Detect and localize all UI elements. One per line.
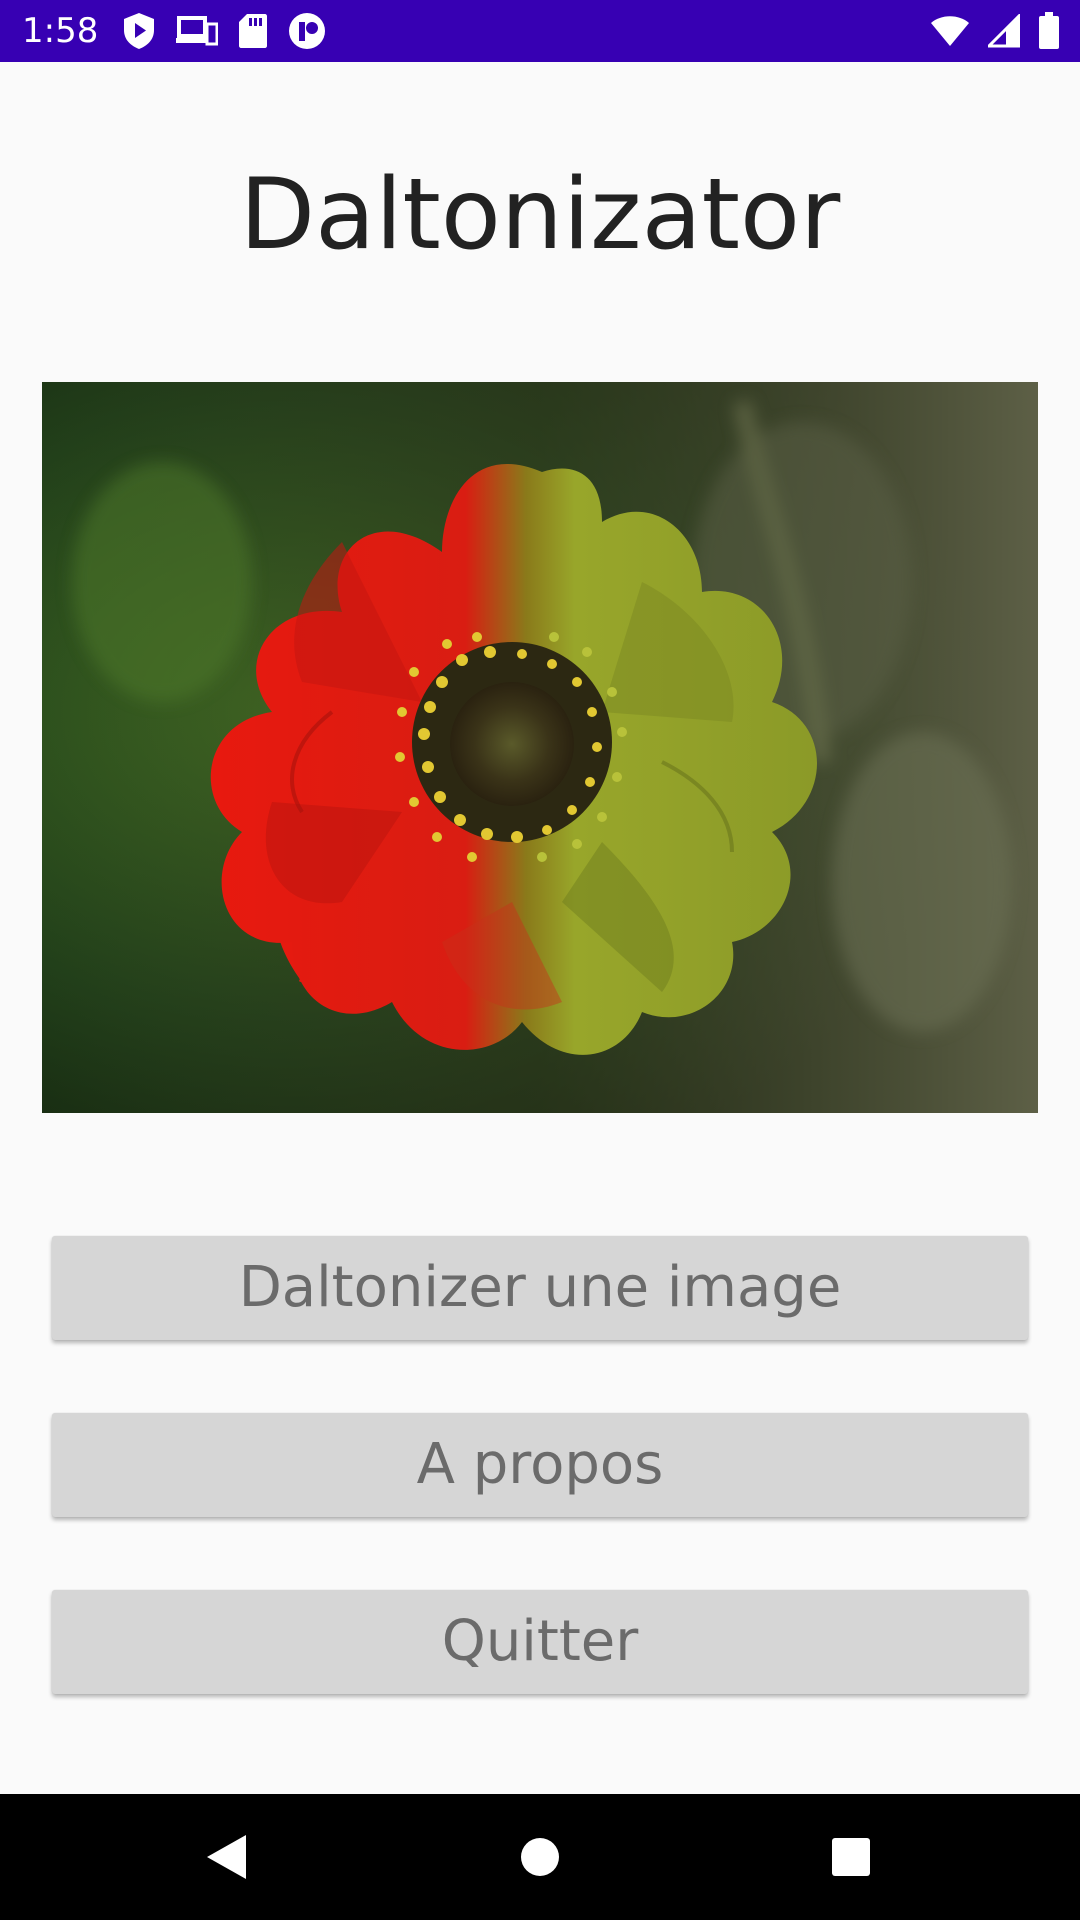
about-button[interactable]: A propos bbox=[52, 1413, 1028, 1517]
sd-card-icon bbox=[238, 13, 268, 49]
daltonize-image-button[interactable]: Daltonizer une image bbox=[52, 1236, 1028, 1340]
shield-play-icon bbox=[122, 12, 156, 50]
quit-button[interactable]: Quitter bbox=[52, 1590, 1028, 1694]
signal-icon bbox=[988, 14, 1020, 48]
devices-icon bbox=[176, 14, 218, 48]
status-icons-right bbox=[930, 11, 1060, 51]
flower-picture bbox=[42, 382, 1038, 1113]
navigation-bar bbox=[0, 1794, 1080, 1920]
app-title: Daltonizator bbox=[239, 158, 841, 272]
recents-button[interactable] bbox=[781, 1794, 921, 1920]
status-bar: 1:58 bbox=[0, 0, 1080, 62]
battery-icon bbox=[1038, 12, 1060, 50]
status-time: 1:58 bbox=[22, 11, 99, 51]
home-icon bbox=[521, 1838, 559, 1876]
status-icons-left bbox=[122, 11, 326, 51]
home-button[interactable] bbox=[470, 1794, 610, 1920]
flower-icon bbox=[42, 382, 1038, 1113]
back-button[interactable] bbox=[156, 1794, 296, 1920]
app-screen: 1:58 Daltonizator Daltonizer une image A… bbox=[0, 0, 1080, 1920]
circle-app-icon bbox=[288, 12, 326, 50]
back-icon bbox=[207, 1835, 246, 1879]
wifi-icon bbox=[930, 14, 970, 48]
recents-icon bbox=[832, 1838, 870, 1876]
